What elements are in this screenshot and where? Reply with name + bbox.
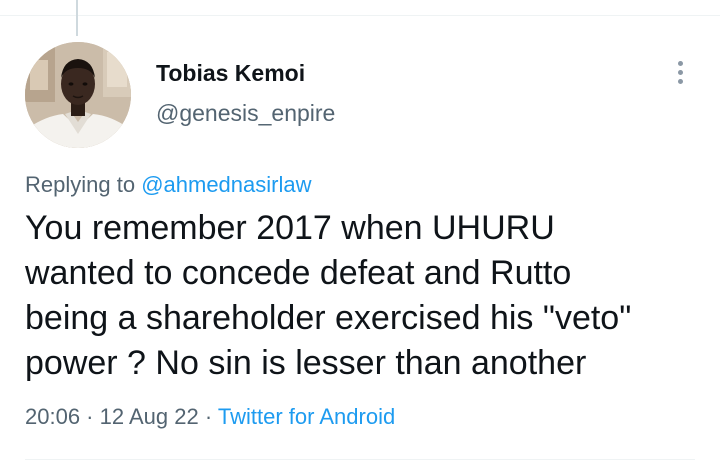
thread-connector-line xyxy=(76,0,78,36)
tweet-time[interactable]: 20:06 xyxy=(25,404,80,429)
tweet-date[interactable]: 12 Aug 22 xyxy=(100,404,199,429)
more-options-button[interactable] xyxy=(664,56,696,88)
author-name[interactable]: Tobias Kemoi xyxy=(156,60,305,87)
replying-to-label: Replying to xyxy=(25,172,142,197)
author-handle[interactable]: @genesis_enpire xyxy=(156,100,335,127)
replying-to-line: Replying to @ahmednasirlaw xyxy=(25,172,311,198)
avatar[interactable] xyxy=(25,42,131,148)
meta-separator: · xyxy=(80,404,100,429)
meta-separator: · xyxy=(198,404,218,429)
more-vertical-icon-dot xyxy=(677,78,683,84)
tweet-source-link[interactable]: Twitter for Android xyxy=(218,404,395,429)
bottom-divider xyxy=(25,459,695,460)
tweet-metadata: 20:06 · 12 Aug 22 · Twitter for Android xyxy=(25,404,395,430)
more-vertical-icon xyxy=(677,60,683,66)
top-divider xyxy=(0,15,720,16)
tweet-text: You remember 2017 when UHURU wanted to c… xyxy=(25,209,632,382)
avatar-photo xyxy=(25,42,131,148)
replying-to-link[interactable]: @ahmednasirlaw xyxy=(141,172,311,197)
more-vertical-icon-dot xyxy=(677,69,683,75)
